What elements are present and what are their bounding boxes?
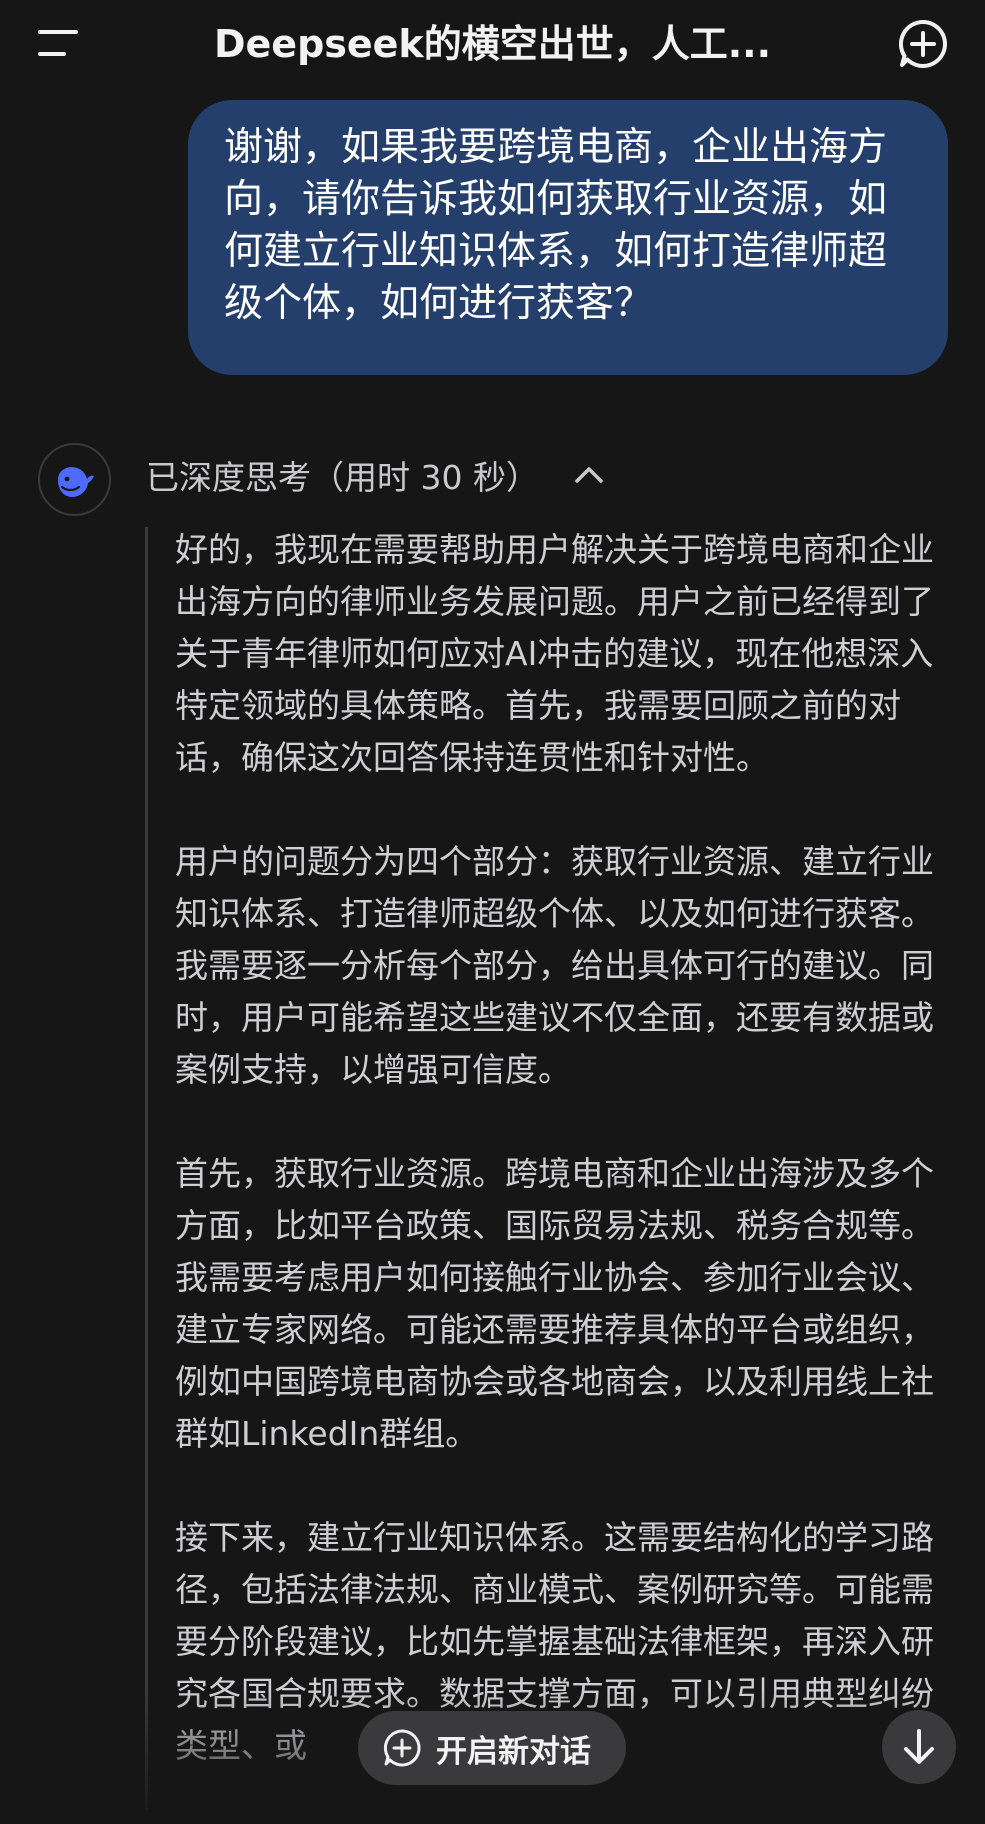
top-bar: Deepseek的横空出世，人工...: [0, 0, 985, 90]
arrow-down-icon: [904, 1729, 934, 1764]
deepseek-whale-icon: [58, 467, 94, 497]
scroll-to-bottom-button[interactable]: [882, 1710, 956, 1784]
thought-divider: [145, 527, 148, 1810]
chevron-up-icon: [575, 467, 603, 483]
plus-circle-icon: [383, 1729, 421, 1767]
new-chat-icon-button[interactable]: [895, 16, 951, 72]
thought-paragraph: 首先，获取行业资源。跨境电商和企业出海涉及多个方面，比如平台政策、国际贸易法规、…: [175, 1154, 934, 1453]
new-chat-button[interactable]: 开启新对话: [358, 1711, 626, 1785]
thought-paragraph: 好的，我现在需要帮助用户解决关于跨境电商和企业出海方向的律师业务发展问题。用户之…: [175, 530, 934, 777]
assistant-avatar: [38, 443, 111, 516]
thinking-toggle[interactable]: 已深度思考（用时 30 秒）: [146, 449, 605, 501]
new-chat-label: 开启新对话: [436, 1733, 591, 1770]
thought-paragraph: 用户的问题分为四个部分：获取行业资源、建立行业知识体系、打造律师超级个体、以及如…: [175, 842, 934, 1089]
thinking-status-label: 已深度思考（用时 30 秒）: [146, 458, 539, 497]
thought-content: 好的，我现在需要帮助用户解决关于跨境电商和企业出海方向的律师业务发展问题。用户之…: [175, 524, 947, 1824]
chat-title[interactable]: Deepseek的横空出世，人工...: [150, 20, 835, 68]
chat-plus-icon: [899, 19, 947, 68]
menu-button[interactable]: [30, 26, 86, 66]
user-message-bubble[interactable]: 谢谢，如果我要跨境电商，企业出海方向，请你告诉我如何获取行业资源，如何建立行业知…: [188, 100, 948, 375]
